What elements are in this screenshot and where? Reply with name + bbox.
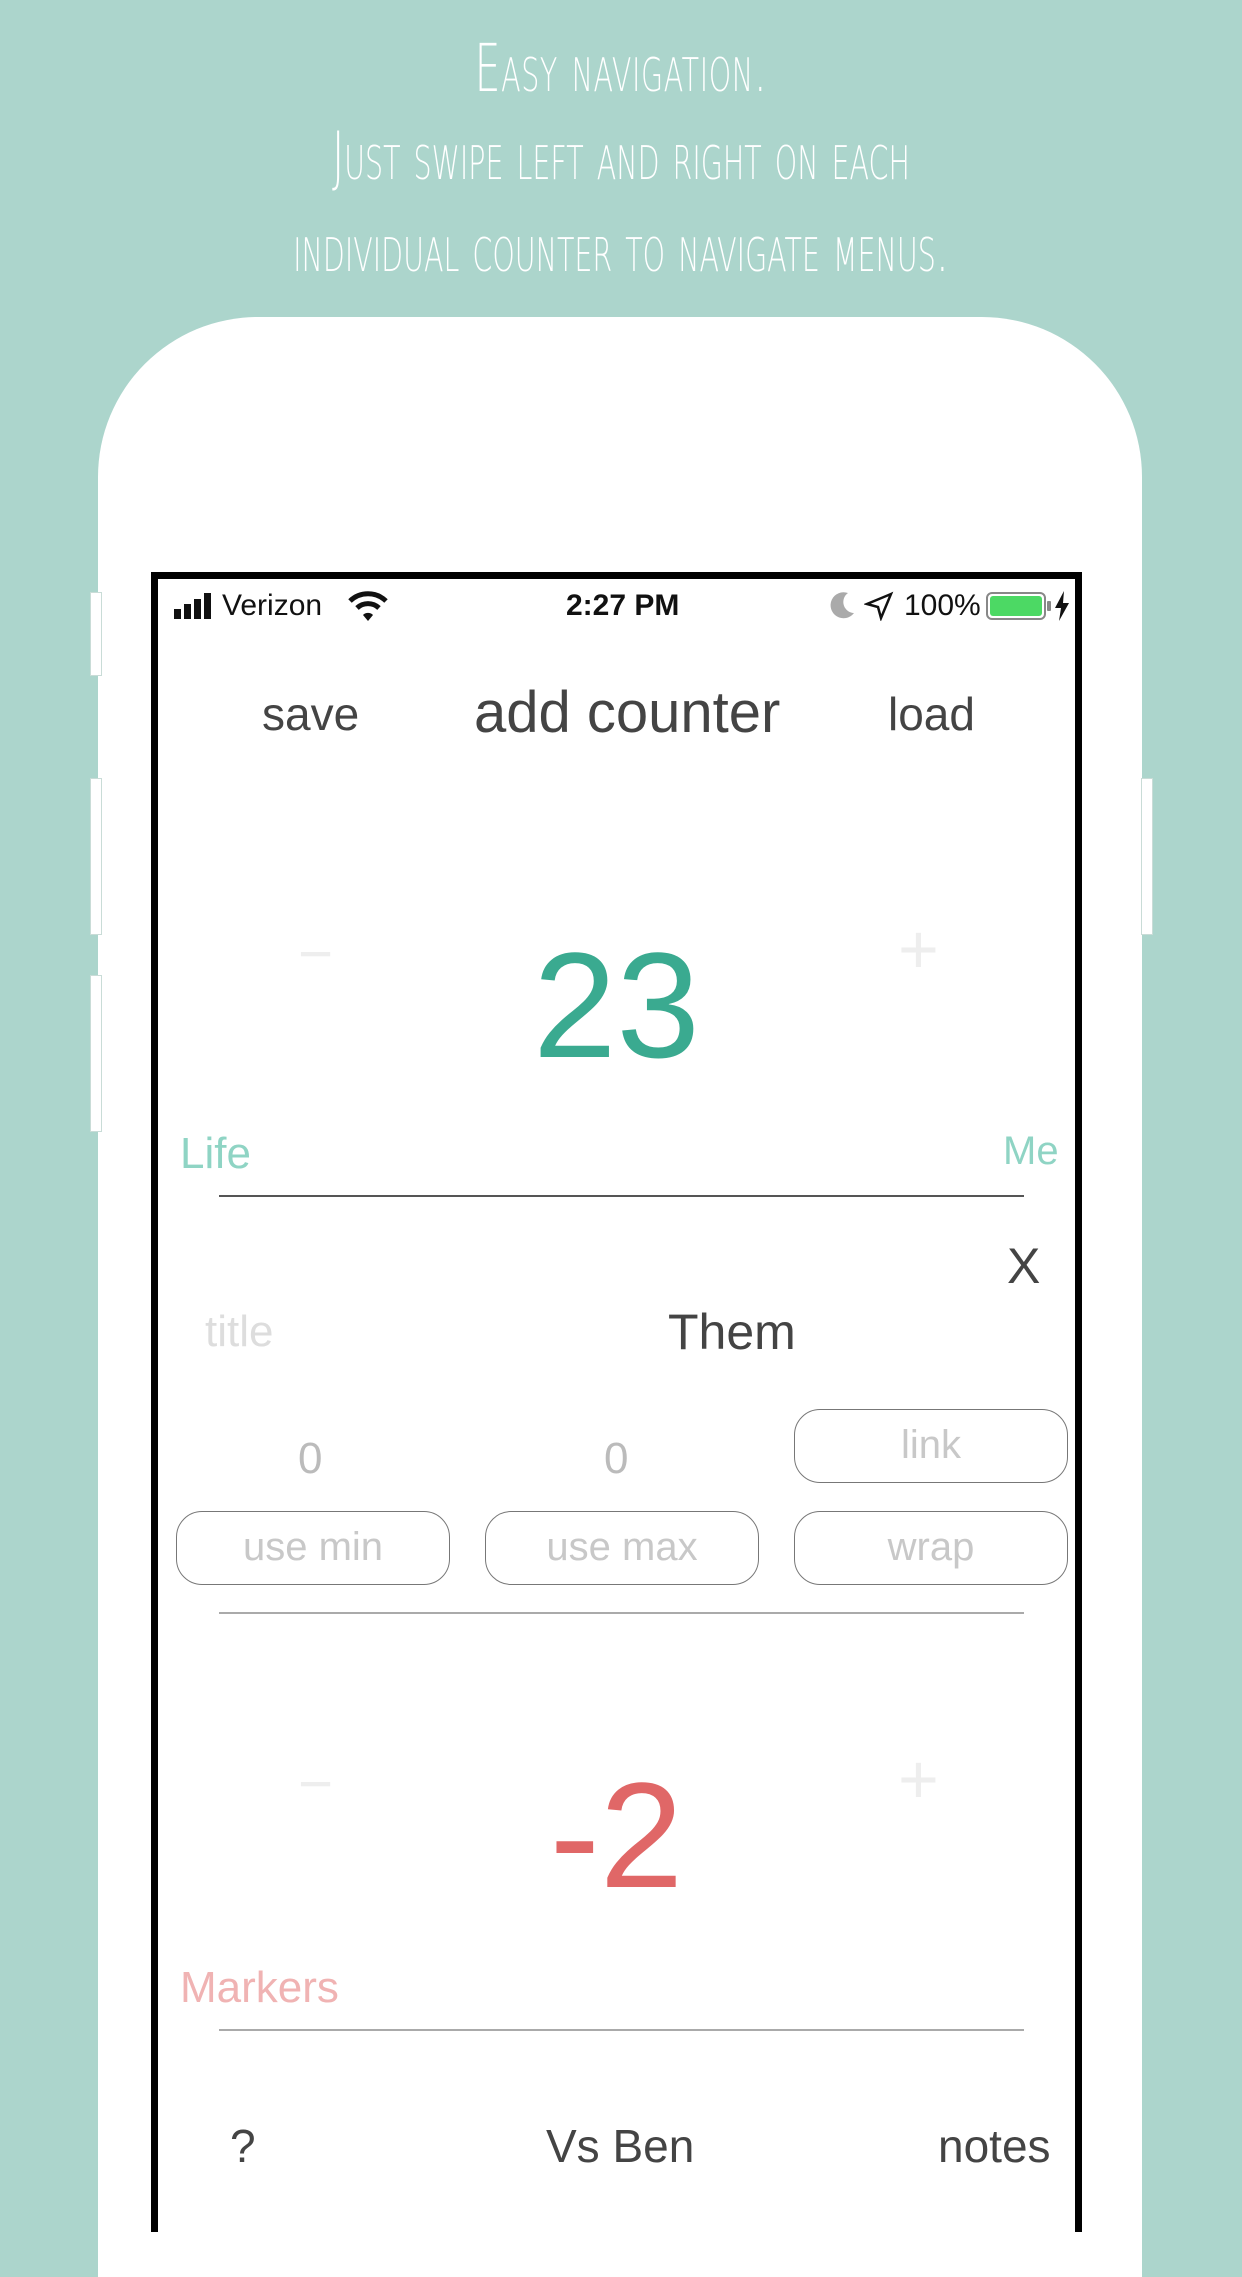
help-button[interactable]: ? [230,2119,256,2173]
counter-divider-2 [219,2029,1024,2031]
status-time: 2:27 PM [566,589,680,622]
caption-line-3: individual counter to navigate menus. [293,210,949,287]
counter-value[interactable]: 23 [158,919,1075,1092]
location-arrow-icon [863,591,894,629]
carrier-name: Verizon [222,589,323,622]
counter-divider [219,1195,1024,1197]
title-input[interactable]: title [205,1307,273,1357]
add-counter-button[interactable]: add counter [474,679,780,746]
close-icon[interactable]: X [1007,1237,1040,1295]
wrap-button[interactable]: wrap [794,1511,1068,1585]
counter-title-left: Life [180,1129,251,1178]
signal-bars-icon [174,593,214,627]
counter-value-2[interactable]: -2 [158,1749,1075,1922]
battery-percent: 100% [904,589,981,622]
wifi-icon [348,589,388,631]
caption-line-2: Just swipe left and right on each [332,118,910,195]
caption-headline: Easy navigation. [474,30,768,107]
load-button[interactable]: load [888,687,975,741]
charging-bolt-icon [1054,591,1070,629]
phone-mute-switch [90,592,102,676]
phone-volume-down [90,975,102,1132]
max-value-input[interactable]: 0 [604,1434,628,1484]
app-screen: Verizon 2:27 PM 100% save add counter lo… [151,572,1082,2232]
battery-icon [986,591,1054,629]
match-title[interactable]: Vs Ben [546,2119,694,2173]
link-button[interactable]: link [794,1409,1068,1483]
notes-button[interactable]: notes [938,2119,1051,2173]
min-value-input[interactable]: 0 [298,1434,322,1484]
use-min-button[interactable]: use min [176,1511,450,1585]
phone-power-button [1141,778,1153,935]
settings-divider [219,1612,1024,1614]
counter-title-left-2: Markers [180,1963,339,2012]
title-value[interactable]: Them [668,1303,796,1361]
phone-volume-up [90,778,102,935]
save-button[interactable]: save [262,687,359,741]
counter-title-right: Me [1003,1129,1059,1173]
use-max-button[interactable]: use max [485,1511,759,1585]
moon-icon [828,591,856,629]
